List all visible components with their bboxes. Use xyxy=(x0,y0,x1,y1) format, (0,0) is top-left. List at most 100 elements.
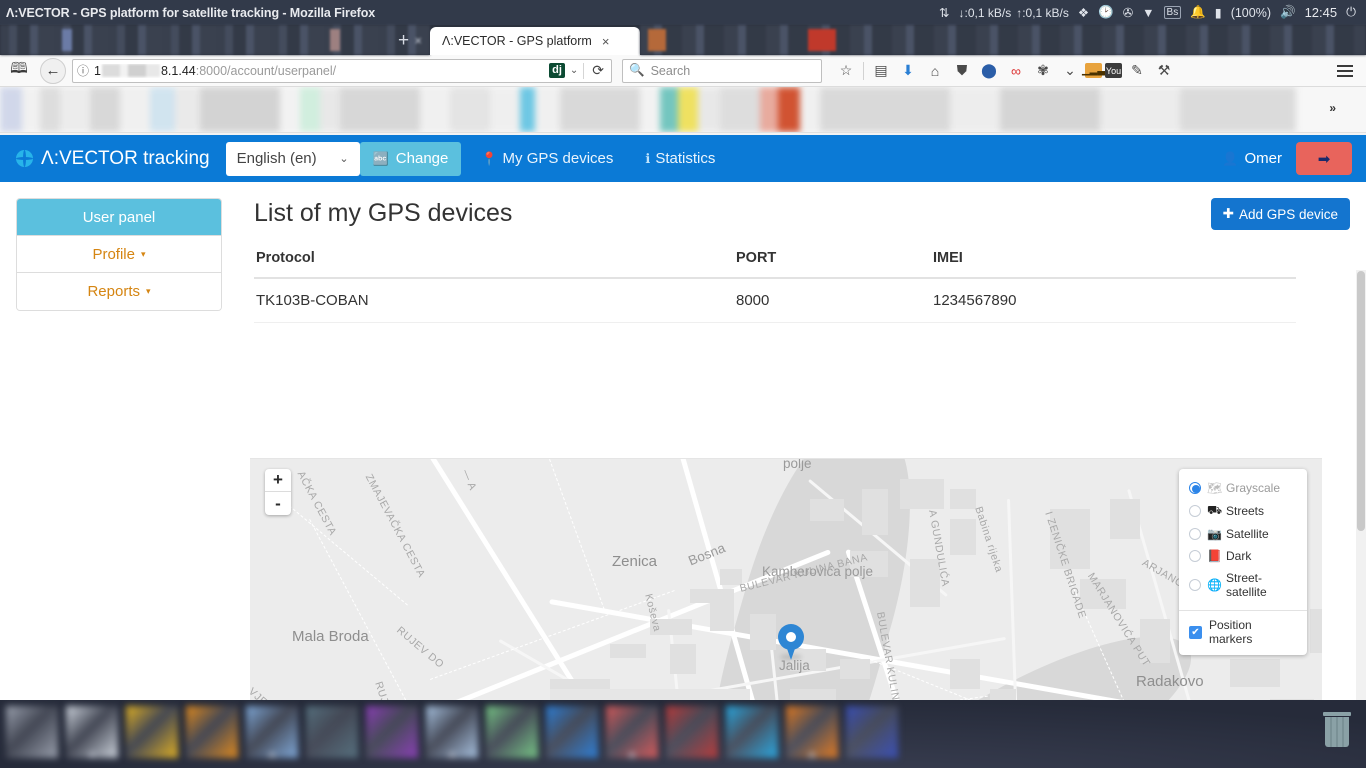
site-info-icon[interactable]: ⓘ xyxy=(77,62,89,79)
gps-marker-jalija[interactable] xyxy=(778,624,804,660)
dropbox-icon[interactable]: ❖ xyxy=(1078,5,1089,20)
firefox-sync-icon[interactable]: ∞ xyxy=(1004,59,1028,83)
dock-item[interactable] xyxy=(6,706,58,758)
layer-option-grayscale[interactable]: 🗺 Grayscale xyxy=(1179,477,1307,499)
chevron-down-icon[interactable]: ⌄ xyxy=(570,65,578,76)
radio-icon[interactable] xyxy=(1189,579,1201,591)
bookmarks-bar[interactable]: » xyxy=(0,87,1366,133)
tab-close-icon[interactable]: × xyxy=(414,33,422,48)
dock-item[interactable] xyxy=(246,706,298,758)
search-bar[interactable]: 🔍 Search xyxy=(622,58,822,83)
bookmarks-overflow-icon[interactable]: » xyxy=(1329,101,1336,115)
brand[interactable]: Λ:VECTOR tracking xyxy=(16,148,210,170)
tray-clock[interactable]: 12:45 xyxy=(1305,5,1338,20)
dock-item[interactable] xyxy=(366,706,418,758)
dock-item[interactable] xyxy=(666,706,718,758)
address-bar[interactable]: ⓘ 1 8.1.44 :8000/account/userpanel/ dj ⌄… xyxy=(72,58,612,83)
radio-icon[interactable] xyxy=(1189,482,1201,494)
logout-button[interactable]: ➡ xyxy=(1296,142,1352,175)
reload-icon[interactable]: ⟳ xyxy=(589,62,607,79)
trash-icon[interactable] xyxy=(1322,712,1352,748)
dock-item[interactable] xyxy=(546,706,598,758)
dock-item[interactable] xyxy=(846,706,898,758)
bug-icon[interactable]: ✾ xyxy=(1031,59,1055,83)
table-row[interactable]: TK103B-COBAN 8000 1234567890 xyxy=(254,278,1296,323)
bell-icon[interactable]: 🔔 xyxy=(1190,5,1206,20)
dock-item[interactable] xyxy=(606,706,658,758)
eyedropper-icon[interactable]: ✎ xyxy=(1125,59,1149,83)
globe-icon[interactable]: ⬤ xyxy=(977,59,1001,83)
change-language-button[interactable]: 🔤 Change xyxy=(359,141,462,176)
volume-icon[interactable]: 🔊 xyxy=(1280,5,1296,20)
map-layer-control[interactable]: 🗺 Grayscale ⛟ Streets 📷 Satellite 📕 Dark xyxy=(1179,469,1307,655)
page-scrollbar[interactable] xyxy=(1356,270,1366,700)
sidebar-group: User panel Profile ▾ Reports ▾ xyxy=(16,198,222,311)
map-zoom-controls[interactable]: + - xyxy=(265,469,291,515)
background-tabs-blurred-right[interactable] xyxy=(640,25,1366,55)
pocket-icon[interactable]: ⛊ xyxy=(950,59,974,83)
django-debug-icon[interactable]: dj xyxy=(549,63,565,78)
dock-item[interactable] xyxy=(66,706,118,758)
back-button[interactable]: ← xyxy=(40,57,66,84)
sidebar-item-user-panel[interactable]: User panel xyxy=(17,199,221,236)
map-canvas[interactable]: Zenica Mala Broda Radakovo Jalija Bosna Kambe… xyxy=(250,459,1322,700)
bookmarks-blurred[interactable] xyxy=(0,87,1296,132)
radio-icon[interactable] xyxy=(1189,505,1201,517)
home-icon[interactable]: ⌂ xyxy=(923,59,947,83)
layer-option-satellite[interactable]: 📷 Satellite xyxy=(1179,523,1307,545)
map-road xyxy=(1007,499,1018,700)
star-icon[interactable]: ☆ xyxy=(834,59,858,83)
nav-my-gps-devices[interactable]: 📍 My GPS devices xyxy=(469,150,625,167)
layer-option-dark[interactable]: 📕 Dark xyxy=(1179,545,1307,567)
system-tray: ⇅ ↓:0,1 kB/s ↑:0,1 kB/s ❖ 🕑 ✇ ▼ Bs 🔔 ▮ (… xyxy=(939,5,1360,20)
bs-icon[interactable]: Bs xyxy=(1163,6,1182,19)
youtube-icon[interactable]: You xyxy=(1105,63,1122,78)
scrollbar-thumb[interactable] xyxy=(1357,271,1365,531)
clock-icon[interactable]: 🕑 xyxy=(1098,5,1114,20)
add-gps-device-button[interactable]: ✚ Add GPS device xyxy=(1210,198,1350,230)
nav-statistics[interactable]: ℹ Statistics xyxy=(633,150,727,167)
chevron-down-icon[interactable]: ⌄ xyxy=(1058,59,1082,83)
sidebar-item-reports[interactable]: Reports ▾ xyxy=(17,273,221,310)
download-icon[interactable]: ⬇ xyxy=(896,59,920,83)
devtools-icon[interactable]: ⚒ xyxy=(1152,59,1176,83)
map-container[interactable]: Zenica Mala Broda Radakovo Jalija Bosna Kambe… xyxy=(250,458,1322,700)
reader-icon[interactable]: ▤ xyxy=(869,59,893,83)
active-tab[interactable]: Λ:VECTOR - GPS platform × xyxy=(430,27,640,55)
language-value: English (en) xyxy=(236,150,317,167)
dock-item[interactable] xyxy=(726,706,778,758)
radio-icon[interactable] xyxy=(1189,550,1201,562)
dock-item[interactable] xyxy=(426,706,478,758)
layer-option-street-satellite[interactable]: 🌐 Street-satellite xyxy=(1179,567,1307,603)
user-menu[interactable]: 👤 Omer xyxy=(1222,150,1282,167)
close-icon[interactable]: × xyxy=(602,34,610,49)
dock-items xyxy=(0,706,898,758)
sidebar-item-profile[interactable]: Profile ▾ xyxy=(17,236,221,273)
rss-icon[interactable]: 🕮 xyxy=(8,58,30,83)
dock-running-indicator xyxy=(268,752,276,757)
main-header: List of my GPS devices ✚ Add GPS device xyxy=(254,198,1350,230)
dock-item[interactable] xyxy=(786,706,838,758)
checkbox-icon[interactable]: ✔ xyxy=(1189,625,1202,639)
layer-option-streets[interactable]: ⛟ Streets xyxy=(1179,499,1307,523)
hamburger-menu-icon[interactable] xyxy=(1332,64,1358,77)
sidebar: User panel Profile ▾ Reports ▾ xyxy=(16,198,222,323)
language-select[interactable]: English (en) ⌄ xyxy=(225,141,360,176)
network-updown-icon[interactable]: ⇅ xyxy=(939,5,949,20)
wifi-icon[interactable]: ▼ xyxy=(1142,6,1154,20)
background-tabs-blurred[interactable]: × xyxy=(0,25,430,55)
dock-item[interactable] xyxy=(486,706,538,758)
position-markers-toggle[interactable]: ✔ Position markers xyxy=(1179,611,1307,655)
battery-icon[interactable]: ▮ xyxy=(1215,5,1222,20)
dock-item[interactable] xyxy=(186,706,238,758)
radio-icon[interactable] xyxy=(1189,528,1201,540)
new-tab-button[interactable]: + xyxy=(398,30,409,52)
dock-item[interactable] xyxy=(126,706,178,758)
screenshot-icon[interactable]: ▁▂▃ xyxy=(1082,63,1105,78)
zoom-in-button[interactable]: + xyxy=(265,469,291,492)
fan-icon[interactable]: ✇ xyxy=(1123,5,1133,20)
zoom-out-button[interactable]: - xyxy=(265,492,291,515)
dock-item[interactable] xyxy=(306,706,358,758)
power-icon[interactable]: ⏻ xyxy=(1346,5,1356,20)
add-button-label: Add GPS device xyxy=(1238,206,1338,222)
